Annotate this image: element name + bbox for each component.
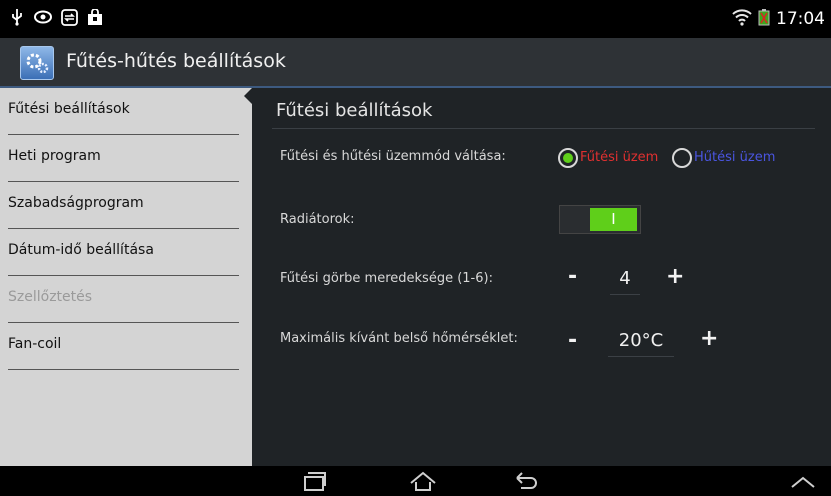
sidebar-item-fan-coil[interactable]: Fan-coil xyxy=(8,323,239,370)
curve-value: 4 xyxy=(610,268,640,295)
title-divider xyxy=(272,128,815,129)
settings-panel: Fűtési beállítások Fűtési és hűtési üzem… xyxy=(252,88,831,466)
battery-icon xyxy=(758,8,770,30)
max-temp-label: Maximális kívánt belső hőmérséklet: xyxy=(280,331,518,346)
temp-decrease-button[interactable]: - xyxy=(568,328,577,353)
status-bar: 17:04 xyxy=(0,0,831,38)
action-bar: Fűtés-hűtés beállítások xyxy=(0,38,831,88)
radiators-toggle[interactable]: I xyxy=(559,205,641,234)
toggle-on-indicator: I xyxy=(590,208,637,231)
sidebar-item-label: Fan-coil xyxy=(8,336,62,352)
wifi-icon xyxy=(732,8,752,30)
cooling-mode-radio[interactable] xyxy=(672,148,692,168)
curve-decrease-button[interactable]: - xyxy=(568,264,577,289)
heating-curve-label: Fűtési görbe meredeksége (1-6): xyxy=(280,271,493,286)
mode-label: Fűtési és hűtési üzemmód váltása: xyxy=(280,149,506,164)
heating-mode-label[interactable]: Fűtési üzem xyxy=(580,150,658,165)
sidebar-item-szabadsagprogram[interactable]: Szabadságprogram xyxy=(8,182,239,229)
status-time: 17:04 xyxy=(776,9,825,29)
sidebar-item-heti-program[interactable]: Heti program xyxy=(8,135,239,182)
usb-icon xyxy=(8,8,26,26)
chevron-up-icon[interactable] xyxy=(789,470,817,496)
app-title: Fűtés-hűtés beállítások xyxy=(66,50,286,72)
back-icon[interactable] xyxy=(513,470,541,496)
sidebar-item-label: Fűtési beállítások xyxy=(8,101,130,117)
radiators-label: Radiátorok: xyxy=(280,212,355,227)
sidebar-item-label: Dátum-idő beállítása xyxy=(8,242,154,258)
sidebar: Fűtési beállítások Heti program Szabadsá… xyxy=(0,88,252,466)
cooling-mode-label[interactable]: Hűtési üzem xyxy=(694,150,775,165)
temp-increase-button[interactable]: + xyxy=(700,326,718,351)
status-icons-right: 17:04 xyxy=(732,8,825,30)
sidebar-item-futesi-beallitasok[interactable]: Fűtési beállítások xyxy=(8,88,239,135)
heating-mode-radio[interactable] xyxy=(558,148,578,168)
bag-icon xyxy=(86,8,104,26)
recent-apps-icon[interactable] xyxy=(302,470,328,496)
sync-icon xyxy=(60,8,78,26)
status-icons-left xyxy=(8,8,104,26)
sidebar-item-szelloztetes: Szellőztetés xyxy=(8,276,239,323)
curve-increase-button[interactable]: + xyxy=(666,264,684,289)
sidebar-item-label: Heti program xyxy=(8,148,101,164)
selected-item-caret xyxy=(244,88,252,104)
sidebar-item-datum-ido[interactable]: Dátum-idő beállítása xyxy=(8,229,239,276)
home-icon[interactable] xyxy=(409,470,437,496)
sidebar-item-label: Szellőztetés xyxy=(8,289,93,305)
navigation-bar xyxy=(0,466,831,496)
sidebar-item-label: Szabadságprogram xyxy=(8,195,144,211)
panel-title: Fűtési beállítások xyxy=(276,100,433,121)
settings-app-icon[interactable] xyxy=(20,46,54,80)
max-temp-value: 20°C xyxy=(608,330,674,357)
eye-icon xyxy=(34,8,52,26)
